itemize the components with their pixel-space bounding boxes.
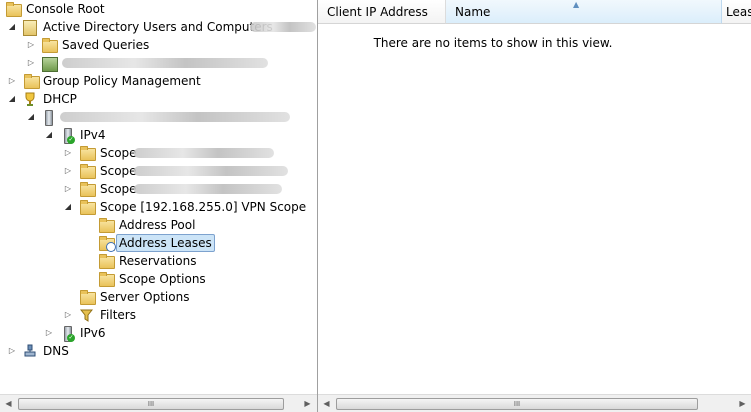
folder-icon bbox=[80, 200, 96, 215]
tree-item-group-policy[interactable]: ▷ Group Policy Management bbox=[0, 72, 317, 90]
tree-item-filters[interactable]: ▷ Filters bbox=[0, 306, 317, 324]
folder-icon bbox=[80, 164, 96, 179]
tree-label: Filters bbox=[100, 308, 136, 322]
tree-label: DNS bbox=[43, 344, 69, 358]
collapse-arrow-icon[interactable]: ◢ bbox=[26, 108, 36, 126]
dhcp-icon bbox=[23, 92, 37, 106]
expand-arrow-icon[interactable]: ▷ bbox=[63, 144, 73, 162]
tree-item-dns[interactable]: ▷ DNS bbox=[0, 342, 317, 360]
scroll-right-arrow-icon[interactable]: ▶ bbox=[299, 395, 316, 412]
scrollbar-thumb[interactable]: III bbox=[336, 398, 698, 410]
dns-icon bbox=[24, 344, 36, 358]
grip-icon: III bbox=[513, 400, 521, 408]
column-header-label: Leas bbox=[726, 5, 751, 19]
sort-ascending-icon: ▲ bbox=[573, 0, 580, 9]
folder-icon bbox=[80, 182, 96, 197]
folder-icon bbox=[6, 2, 22, 17]
folder-icon bbox=[80, 146, 96, 161]
empty-list-message: There are no items to show in this view. bbox=[373, 36, 613, 50]
domain-icon bbox=[42, 57, 58, 72]
server-options-icon bbox=[80, 290, 96, 305]
scroll-left-arrow-icon[interactable]: ◀ bbox=[0, 395, 17, 412]
expand-arrow-icon[interactable]: ▷ bbox=[7, 72, 17, 90]
directory-book-icon bbox=[23, 20, 37, 36]
expand-arrow-icon[interactable]: ▷ bbox=[63, 306, 73, 324]
tree-label: Console Root bbox=[26, 2, 105, 16]
tree-item-reservations[interactable]: Reservations bbox=[0, 252, 317, 270]
tree-item-dhcp-server[interactable]: ◢ bbox=[0, 108, 317, 126]
expand-arrow-icon[interactable]: ▷ bbox=[26, 36, 36, 54]
tree-label: Scope bbox=[100, 146, 137, 160]
tree-label: Scope bbox=[100, 182, 137, 196]
tree-label: Server Options bbox=[100, 290, 190, 304]
tree-item-server-options[interactable]: Server Options bbox=[0, 288, 317, 306]
tree-item-domain[interactable]: ▷ bbox=[0, 54, 317, 72]
collapse-arrow-icon[interactable]: ◢ bbox=[63, 198, 73, 216]
tree-label: Scope bbox=[100, 164, 137, 178]
folder-icon bbox=[24, 74, 40, 89]
scroll-right-arrow-icon[interactable]: ▶ bbox=[734, 395, 751, 412]
clock-icon bbox=[106, 242, 116, 252]
column-header-label: Client IP Address bbox=[327, 5, 428, 19]
redacted-domain bbox=[62, 58, 268, 68]
expand-arrow-icon[interactable]: ▷ bbox=[26, 54, 36, 72]
scrollbar-thumb[interactable]: III bbox=[18, 398, 284, 410]
tree-item-console-root[interactable]: Console Root bbox=[0, 0, 317, 18]
tree-label: IPv6 bbox=[80, 326, 106, 340]
collapse-arrow-icon[interactable]: ◢ bbox=[44, 126, 54, 144]
tree-item-ipv4[interactable]: ◢ ✓ IPv4 bbox=[0, 126, 317, 144]
tree-horizontal-scrollbar[interactable]: ◀ III ▶ bbox=[0, 394, 317, 412]
filter-icon bbox=[79, 309, 94, 322]
tree-item-aduc[interactable]: ◢ Active Directory Users and Computers bbox=[0, 18, 317, 36]
column-header-client-ip[interactable]: Client IP Address bbox=[318, 0, 446, 24]
tree-label: Group Policy Management bbox=[43, 74, 201, 88]
tree-label: Address Pool bbox=[119, 218, 196, 232]
redacted-scope-name bbox=[134, 184, 282, 194]
tree-label: DHCP bbox=[43, 92, 77, 106]
grip-icon: III bbox=[147, 400, 155, 408]
scroll-left-arrow-icon[interactable]: ◀ bbox=[318, 395, 335, 412]
redacted-scope-name bbox=[134, 148, 274, 158]
server-icon bbox=[45, 110, 53, 126]
tree-item-scope[interactable]: ▷ Scope bbox=[0, 162, 317, 180]
expand-arrow-icon[interactable]: ▷ bbox=[63, 180, 73, 198]
redacted-scope-name bbox=[134, 166, 288, 176]
address-pool-icon bbox=[99, 218, 115, 233]
tree-item-vpn-scope[interactable]: ◢ Scope [192.168.255.0] VPN Scope bbox=[0, 198, 317, 216]
scope-options-icon bbox=[99, 272, 115, 287]
tree-label: Scope Options bbox=[119, 272, 206, 286]
status-ok-icon: ✓ bbox=[67, 136, 75, 144]
expand-arrow-icon[interactable]: ▷ bbox=[44, 324, 54, 342]
column-header-lease[interactable]: Leas bbox=[722, 0, 751, 24]
redacted-server-name bbox=[60, 112, 290, 122]
tree-label: Active Directory Users and Computers bbox=[43, 20, 273, 34]
collapse-arrow-icon[interactable]: ◢ bbox=[7, 18, 17, 36]
folder-icon bbox=[42, 38, 58, 53]
redacted-domain bbox=[250, 22, 316, 32]
reservations-icon bbox=[99, 254, 115, 269]
results-list[interactable]: Client IP Address ▲ Name Leas There are … bbox=[318, 0, 751, 412]
tree-item-saved-queries[interactable]: ▷ Saved Queries bbox=[0, 36, 317, 54]
tree-label: Saved Queries bbox=[62, 38, 150, 52]
tree-label: Scope [192.168.255.0] VPN Scope bbox=[100, 200, 307, 214]
tree-item-scope-options[interactable]: Scope Options bbox=[0, 270, 317, 288]
expand-arrow-icon[interactable]: ▷ bbox=[63, 162, 73, 180]
tree-item-scope[interactable]: ▷ Scope bbox=[0, 180, 317, 198]
tree-item-address-leases[interactable]: Address Leases bbox=[0, 234, 317, 252]
tree-item-ipv6[interactable]: ▷ ✓ IPv6 bbox=[0, 324, 317, 342]
column-header-name[interactable]: ▲ Name bbox=[446, 0, 722, 24]
tree-item-dhcp[interactable]: ◢ DHCP bbox=[0, 90, 317, 108]
column-header-label: Name bbox=[455, 5, 491, 19]
tree-label: IPv4 bbox=[80, 128, 106, 142]
expand-arrow-icon[interactable]: ▷ bbox=[7, 342, 17, 360]
tree-item-scope[interactable]: ▷ Scope bbox=[0, 144, 317, 162]
tree-label-selected: Address Leases bbox=[116, 234, 215, 252]
list-horizontal-scrollbar[interactable]: ◀ III ▶ bbox=[318, 394, 751, 412]
status-ok-icon: ✓ bbox=[67, 334, 75, 342]
tree-item-address-pool[interactable]: Address Pool bbox=[0, 216, 317, 234]
console-tree[interactable]: Console Root ◢ Active Directory Users an… bbox=[0, 0, 318, 412]
tree-label: Reservations bbox=[119, 254, 197, 268]
collapse-arrow-icon[interactable]: ◢ bbox=[7, 90, 17, 108]
